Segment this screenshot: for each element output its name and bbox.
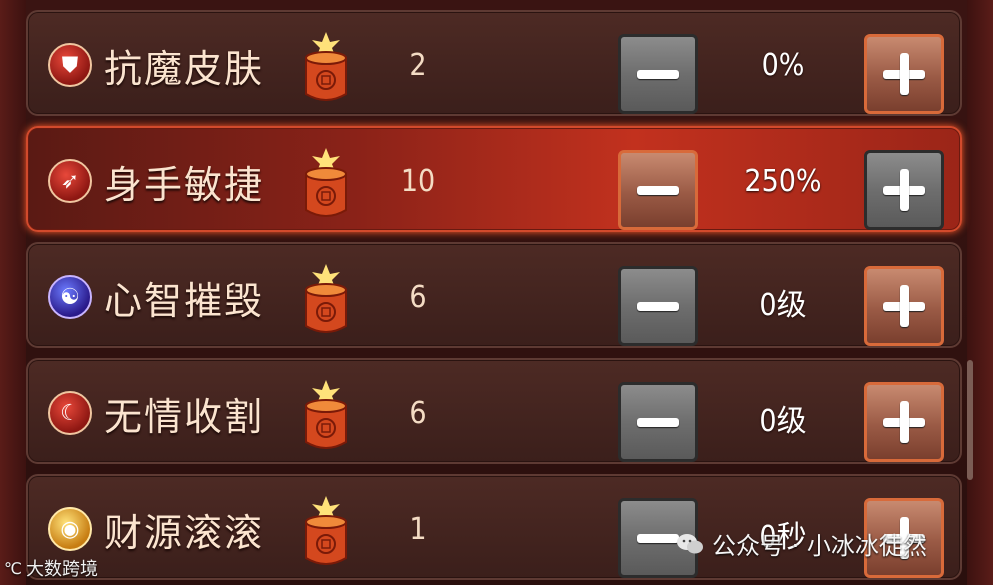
firecracker-icon <box>305 380 347 449</box>
decrease-button[interactable] <box>618 382 698 462</box>
firecracker-icon <box>305 496 347 565</box>
brain-icon: ☯ <box>48 275 92 319</box>
skill-value: 0级 <box>759 288 807 323</box>
increase-button[interactable] <box>864 266 944 346</box>
skill-name: 心智摧毁 <box>104 279 265 323</box>
firecracker-icon <box>305 32 347 101</box>
watermark-right-text: 公众号 · 小冰冰徒然 <box>712 532 927 560</box>
skill-row-agility[interactable]: ➶ 身手敏捷 10 250% <box>26 126 962 232</box>
logo-icon: ℃ <box>4 558 22 578</box>
skill-list: ⛊ 抗魔皮肤 2 0% ➶ 身手敏捷 10 250% ☯ 心智摧毁 6 0级 ☾… <box>26 0 964 585</box>
cost-value: 1 <box>409 512 427 547</box>
minus-icon <box>637 417 679 427</box>
cost-value: 2 <box>409 48 427 83</box>
increase-button[interactable] <box>864 382 944 462</box>
cost-value: 10 <box>400 164 436 199</box>
left-frame <box>0 0 26 585</box>
scythe-icon: ☾ <box>48 391 92 435</box>
skill-name: 无情收割 <box>104 395 265 439</box>
firecracker-icon <box>305 148 347 217</box>
skill-row-ruthless-harvest[interactable]: ☾ 无情收割 6 0级 <box>26 358 962 464</box>
skill-row-mind-destroy[interactable]: ☯ 心智摧毁 6 0级 <box>26 242 962 348</box>
watermark-right: 公众号 · 小冰冰徒然 <box>676 526 927 561</box>
increase-button[interactable] <box>864 34 944 114</box>
skill-value: 0级 <box>759 404 807 439</box>
skill-value: 250% <box>744 164 822 199</box>
gold-ingot-icon: ◉ <box>48 507 92 551</box>
minus-icon <box>637 301 679 311</box>
boot-icon: ➶ <box>48 159 92 203</box>
cost-value: 6 <box>409 280 427 315</box>
scrollbar[interactable] <box>967 360 973 480</box>
minus-icon <box>637 69 679 79</box>
skill-name: 财源滚滚 <box>104 511 265 555</box>
minus-icon <box>637 185 679 195</box>
watermark-left-text: 大数跨境 <box>25 559 98 580</box>
skill-name: 抗魔皮肤 <box>104 47 265 91</box>
watermark-left: ℃ 大数跨境 <box>4 555 98 581</box>
skill-value: 0% <box>761 48 805 83</box>
decrease-button[interactable] <box>618 150 698 230</box>
shield-icon: ⛊ <box>48 43 92 87</box>
increase-button[interactable] <box>864 150 944 230</box>
skill-name: 身手敏捷 <box>104 163 265 207</box>
firecracker-icon <box>305 264 347 333</box>
decrease-button[interactable] <box>618 266 698 346</box>
wechat-icon <box>677 533 703 553</box>
cost-value: 6 <box>409 396 427 431</box>
right-frame <box>967 0 993 585</box>
minus-icon <box>637 533 679 543</box>
decrease-button[interactable] <box>618 34 698 114</box>
skill-row-resist-skin[interactable]: ⛊ 抗魔皮肤 2 0% <box>26 10 962 116</box>
